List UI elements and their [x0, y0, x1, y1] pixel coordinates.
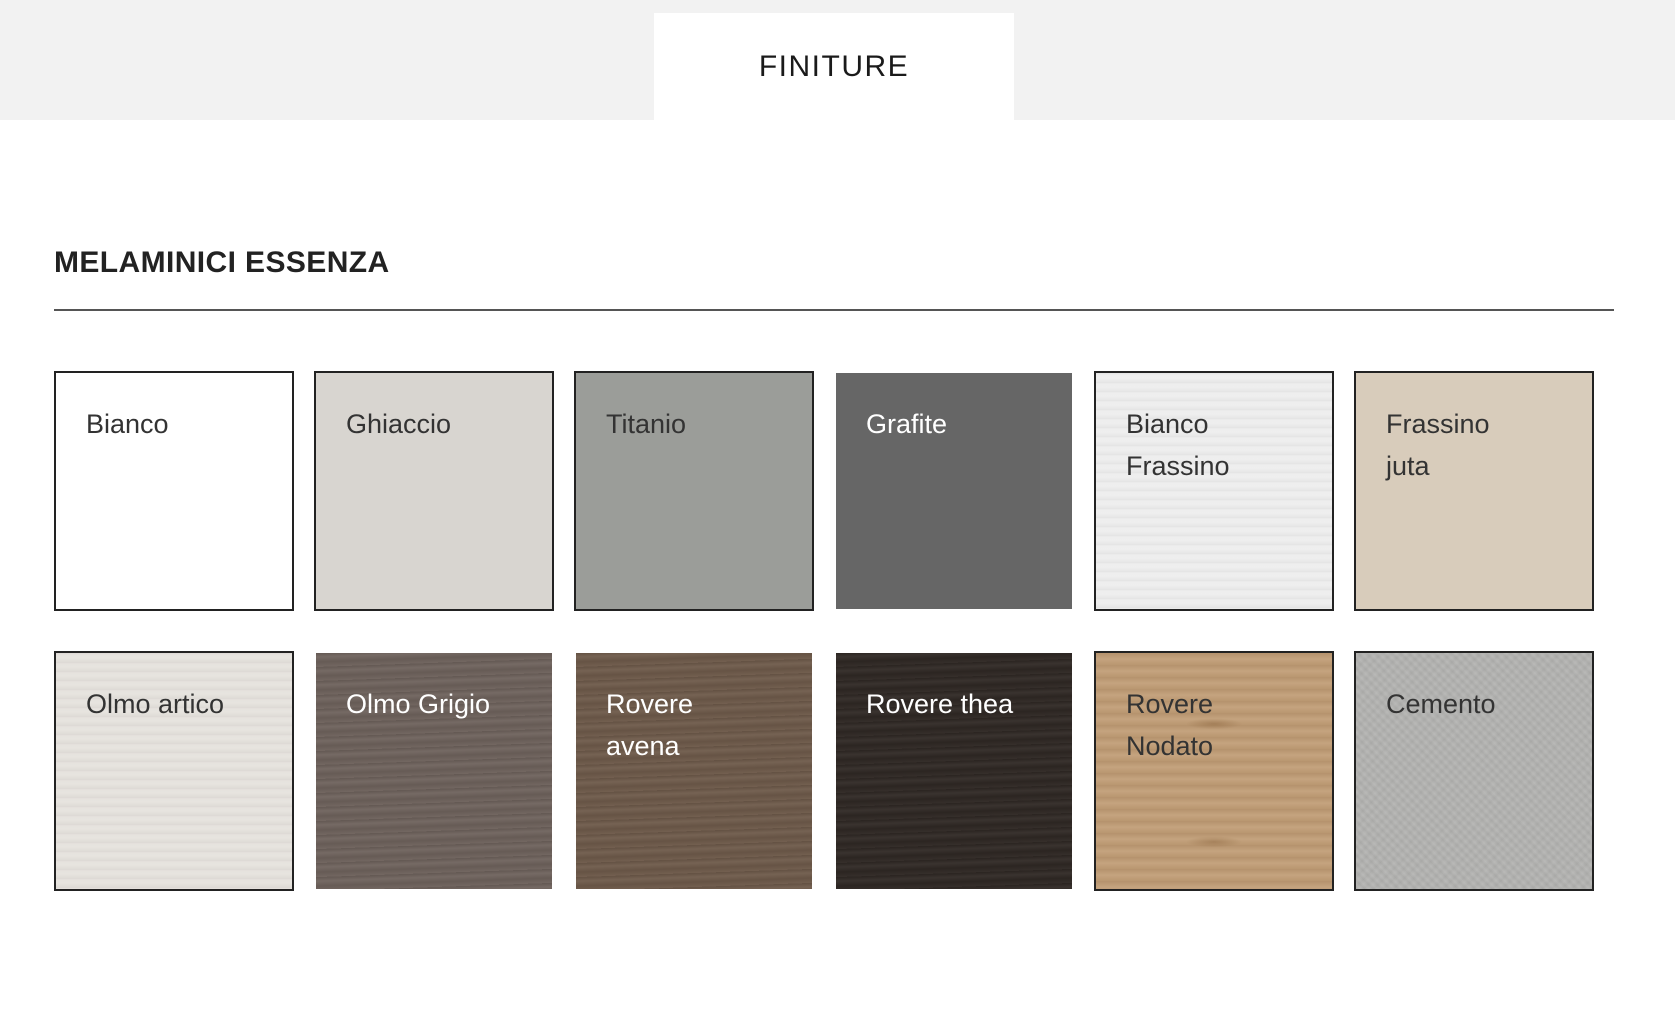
section-title: MELAMINICI ESSENZA: [54, 246, 390, 279]
swatch-label: Rovere thea: [866, 689, 1014, 719]
swatch-label: Titanio: [606, 409, 687, 439]
divider: [54, 309, 1614, 311]
swatch-frassino-juta[interactable]: Frassino juta: [1354, 371, 1594, 611]
swatch-label: Bianco Frassino: [1126, 409, 1230, 481]
swatch-label: Ghiaccio: [346, 409, 452, 439]
swatch-bianco[interactable]: Bianco: [54, 371, 294, 611]
swatch-olmo-artico[interactable]: Olmo artico: [54, 651, 294, 891]
swatch-label: Bianco: [86, 409, 169, 439]
tab-bar: FINITURE: [0, 0, 1675, 120]
swatch-rovere-avena[interactable]: Rovere avena: [576, 653, 812, 889]
swatch-bianco-frassino[interactable]: Bianco Frassino: [1094, 371, 1334, 611]
swatch-label: Rovere avena: [606, 689, 694, 761]
swatch-label: Olmo artico: [86, 689, 225, 719]
swatch-label: Cemento: [1386, 689, 1496, 719]
tab-finiture[interactable]: FINITURE: [654, 13, 1014, 120]
swatch-rovere-thea[interactable]: Rovere thea: [836, 653, 1072, 889]
swatch-grafite[interactable]: Grafite: [836, 373, 1072, 609]
swatch-label: Frassino juta: [1386, 409, 1490, 481]
swatch-label: Grafite: [866, 409, 948, 439]
swatch-cemento[interactable]: Cemento: [1354, 651, 1594, 891]
swatch-label: Rovere Nodato: [1126, 689, 1214, 761]
swatch-rovere-nodato[interactable]: Rovere Nodato: [1094, 651, 1334, 891]
swatch-olmo-grigio[interactable]: Olmo Grigio: [316, 653, 552, 889]
swatch-label: Olmo Grigio: [346, 689, 491, 719]
swatch-ghiaccio[interactable]: Ghiaccio: [314, 371, 554, 611]
swatch-titanio[interactable]: Titanio: [574, 371, 814, 611]
